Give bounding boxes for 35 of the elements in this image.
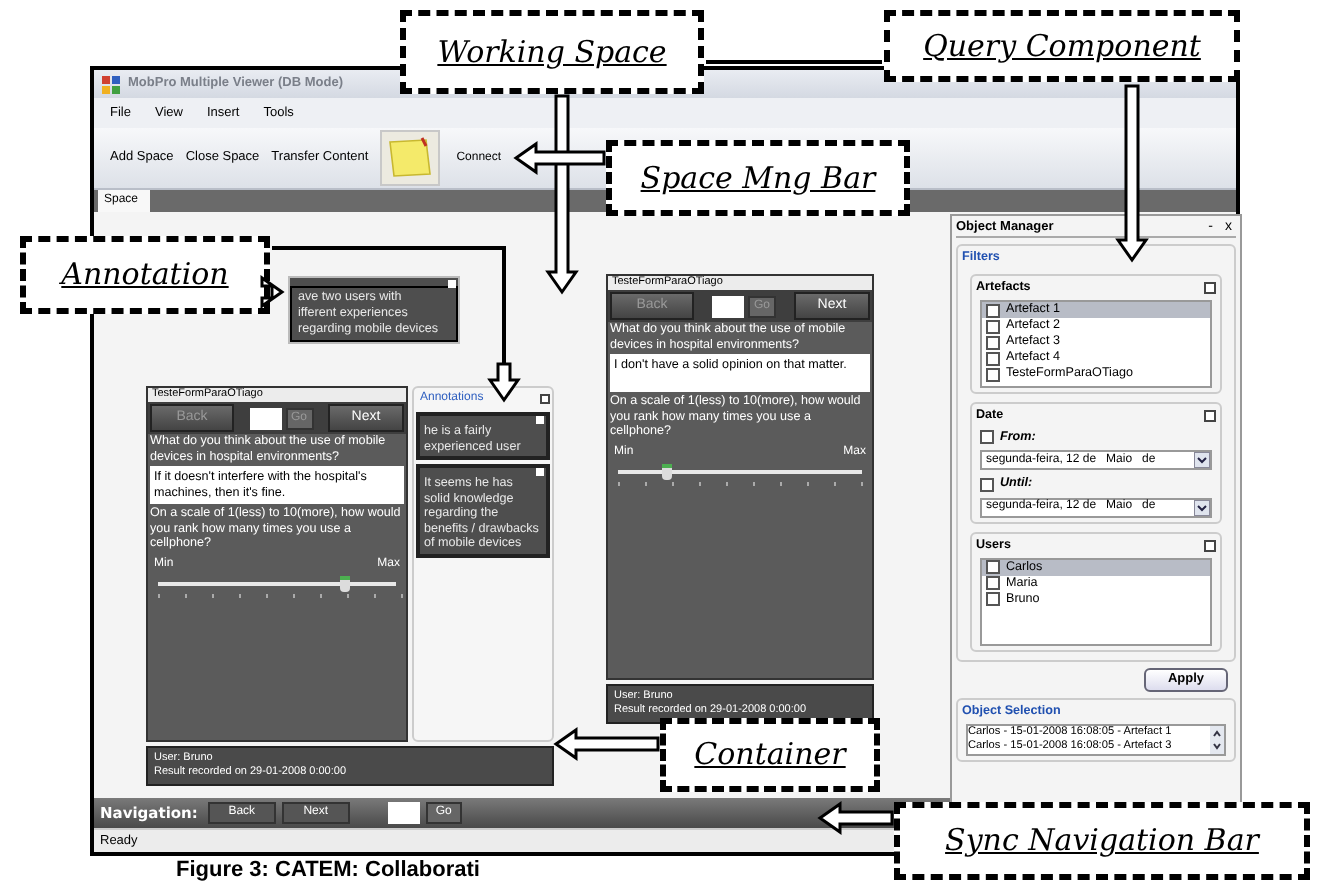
checkbox[interactable]: [986, 592, 1000, 607]
callout-label: Sync Navigation Bar: [894, 802, 1310, 880]
chevron-down-icon: [1194, 452, 1210, 469]
square-icon: [1204, 410, 1216, 422]
square-icon: [1204, 282, 1216, 294]
square-icon: [448, 280, 456, 288]
callout-label: Container: [660, 718, 880, 792]
page-field[interactable]: [249, 407, 281, 429]
callout-label: Working Space: [400, 10, 704, 94]
checkbox[interactable]: [986, 367, 1000, 381]
arrow-drawing: [553, 727, 660, 761]
checkbox[interactable]: [986, 576, 1000, 591]
slider-thumb[interactable]: [662, 463, 673, 479]
checkbox[interactable]: [986, 560, 1000, 575]
callout-label: Query Component: [884, 10, 1240, 82]
figure-caption: Figure 3: CATEM: Collaborati: [176, 858, 480, 882]
checkbox[interactable]: [986, 303, 1000, 317]
checkbox[interactable]: [986, 351, 1000, 365]
chevron-down-icon: [1194, 499, 1210, 516]
checkbox[interactable]: [980, 430, 994, 445]
page-field[interactable]: [712, 295, 744, 317]
callout-label: Annotation: [20, 236, 270, 314]
square-icon: [536, 468, 544, 476]
scrollbar-icon: [1210, 725, 1224, 754]
page-field[interactable]: [387, 802, 420, 824]
checkbox[interactable]: [986, 335, 1000, 349]
square-icon: [536, 416, 544, 424]
arrow-drawing: [260, 275, 285, 309]
checkbox[interactable]: [980, 477, 994, 492]
slider-thumb[interactable]: [339, 575, 350, 591]
square-icon: [1204, 539, 1216, 552]
app-icon: [102, 75, 120, 93]
callout-label: Space Mng Bar: [606, 140, 910, 216]
checkbox[interactable]: [986, 319, 1000, 333]
sticky-note-icon: [386, 136, 435, 180]
